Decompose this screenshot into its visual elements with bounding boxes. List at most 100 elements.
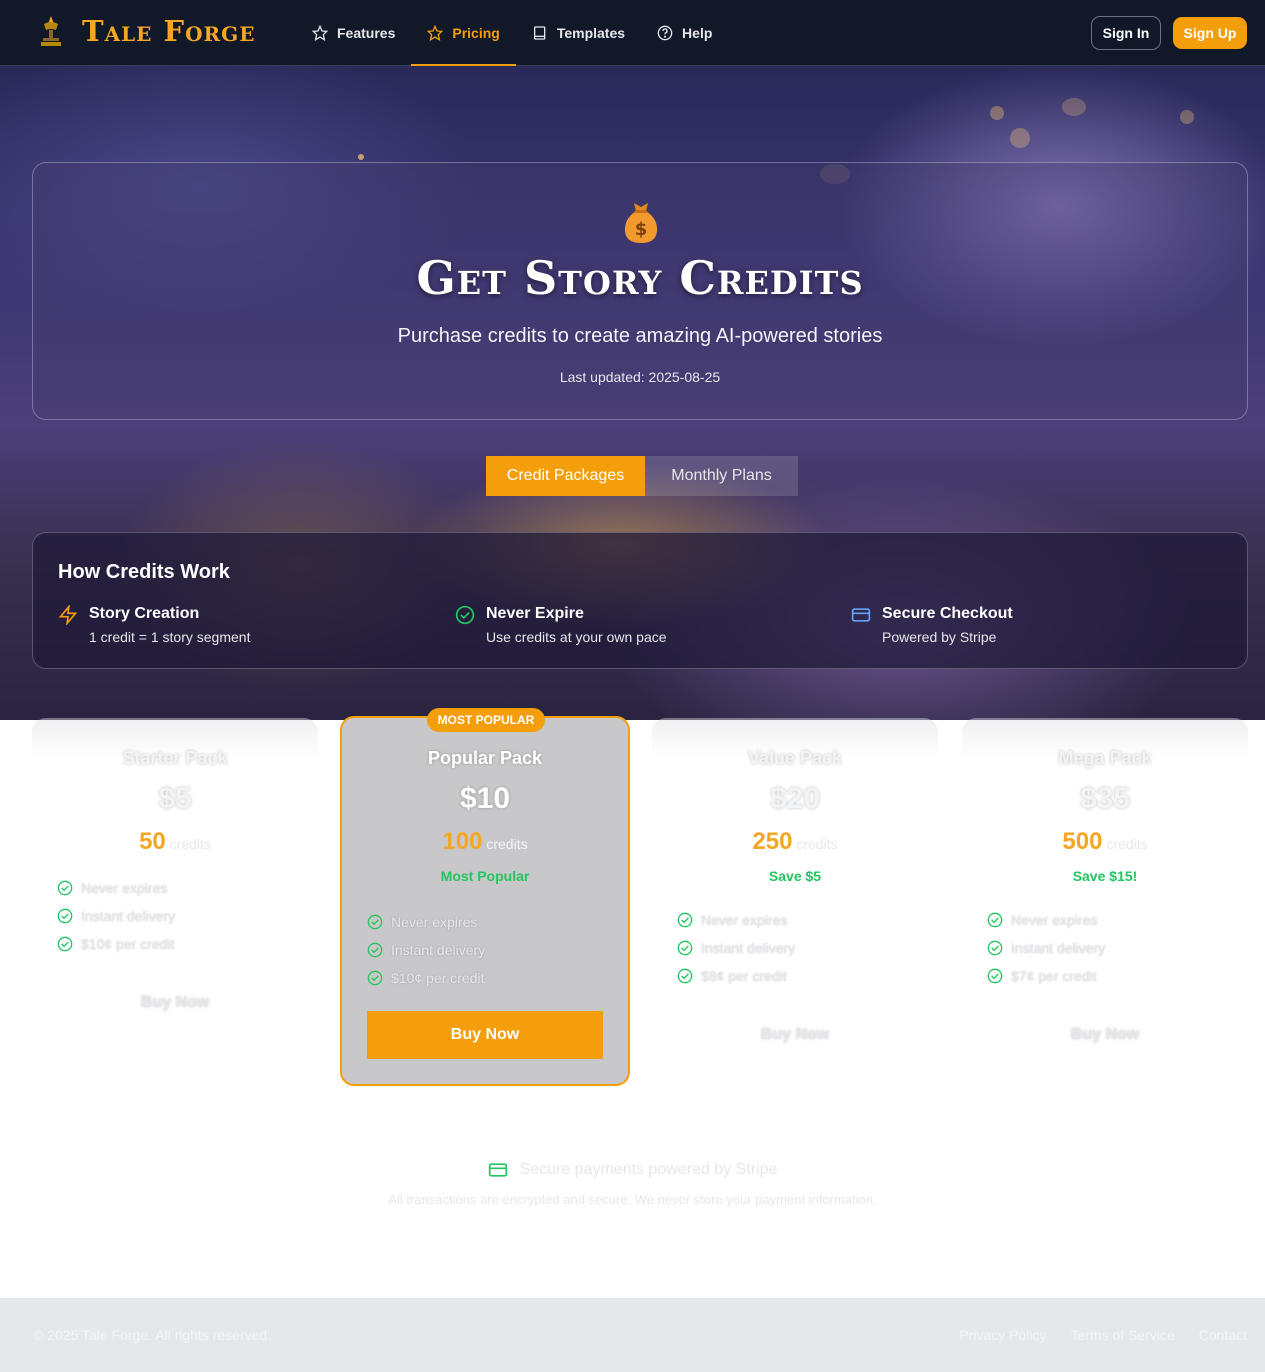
credits-amount: 50 <box>139 828 166 855</box>
check-circle-icon <box>987 940 1003 956</box>
feature-item: Instant delivery <box>677 940 795 956</box>
package-card-mega: Mega Pack $35 500 credits Save $15! Neve… <box>962 718 1248 1048</box>
tab-credit-packages[interactable]: Credit Packages <box>486 456 645 496</box>
package-credits: 100 credits <box>342 828 628 856</box>
credits-amount: 500 <box>1062 828 1103 855</box>
help-circle-icon <box>657 25 673 41</box>
check-circle-icon <box>367 970 383 986</box>
package-card-starter: Starter Pack $5 50 credits Never expires… <box>32 718 318 1048</box>
feature-label: $10¢ per credit <box>391 970 485 986</box>
package-save-label: Save $5 <box>768 868 822 884</box>
star-icon <box>427 25 444 41</box>
feature-label: $10¢ per credit <box>81 936 175 952</box>
secure-title: Secure payments powered by Stripe <box>519 1161 778 1178</box>
buy-now-button[interactable]: Buy Now <box>367 1011 603 1059</box>
check-circle-icon <box>57 908 73 924</box>
top-navbar: Tale Forge Features Pricing Templates He… <box>0 0 1265 66</box>
package-name: Mega Pack <box>1058 748 1152 768</box>
nav-features[interactable]: Features <box>296 0 411 66</box>
last-updated: Last updated: 2025-08-25 <box>559 369 721 385</box>
check-circle-icon <box>57 936 73 952</box>
feature-label: Never expires <box>701 912 788 928</box>
check-circle-icon <box>677 940 693 956</box>
how-item-desc: Use credits at your own pace <box>486 629 667 645</box>
background-glow <box>1062 98 1086 116</box>
tab-monthly-plans[interactable]: Monthly Plans <box>645 456 798 496</box>
zap-icon <box>58 605 78 625</box>
package-credits: 250 credits <box>652 828 938 856</box>
credit-card-icon <box>488 1163 507 1177</box>
nav-templates[interactable]: Templates <box>516 0 641 66</box>
nav-templates-label: Templates <box>556 25 626 41</box>
package-name: Popular Pack <box>427 748 543 768</box>
svg-text:$: $ <box>635 219 648 240</box>
nav-help[interactable]: Help <box>641 0 728 66</box>
buy-now-button[interactable]: Buy Now <box>32 994 318 1012</box>
how-item-title: Never Expire <box>486 605 584 622</box>
page-title: Get Story Credits <box>416 251 864 305</box>
feature-item: Never expires <box>677 912 787 928</box>
star-icon <box>312 25 328 41</box>
background-glow <box>1010 128 1030 148</box>
how-item-desc: Powered by Stripe <box>882 629 997 645</box>
feature-label: Never expires <box>1011 912 1098 928</box>
feature-item: Never expires <box>987 912 1097 928</box>
feature-item: $10¢ per credit <box>367 970 484 986</box>
package-credits: 500 credits <box>962 828 1248 856</box>
nav-features-label: Features <box>337 25 396 41</box>
package-save-label: Save $15! <box>1072 868 1138 884</box>
package-save-label: Most Popular <box>440 868 530 884</box>
credits-amount: 100 <box>442 828 483 855</box>
hero-section: $ Get Story Credits Purchase credits to … <box>0 66 1265 720</box>
feature-item: Instant delivery <box>987 940 1105 956</box>
feature-label: $7¢ per credit <box>1011 968 1097 984</box>
check-circle-icon <box>367 942 383 958</box>
feature-item: Instant delivery <box>57 908 175 924</box>
how-credits-work: How Credits Work Story Creation 1 credit… <box>32 532 1248 669</box>
check-circle-icon <box>987 968 1003 984</box>
nav-help-label: Help <box>682 25 713 41</box>
feature-label: Instant delivery <box>701 940 796 956</box>
feature-item: Never expires <box>57 880 167 896</box>
feature-item: Instant delivery <box>367 942 485 958</box>
feature-label: Instant delivery <box>391 942 486 958</box>
feature-item: $7¢ per credit <box>987 968 1097 984</box>
nav-pricing-label: Pricing <box>452 25 500 41</box>
package-credits: 50 credits <box>32 828 318 856</box>
credits-unit: credits <box>1106 836 1148 852</box>
buy-now-button[interactable]: Buy Now <box>962 1026 1248 1044</box>
brand-name: Tale Forge <box>82 14 256 48</box>
credits-unit: credits <box>169 836 211 852</box>
package-price: $35 <box>1079 782 1131 815</box>
buy-now-button[interactable]: Buy Now <box>652 1026 938 1044</box>
how-item-title: Secure Checkout <box>882 605 1013 622</box>
feature-label: Instant delivery <box>81 908 176 924</box>
check-circle-icon <box>677 968 693 984</box>
hero-card: $ Get Story Credits Purchase credits to … <box>32 162 1248 420</box>
nav-pricing[interactable]: Pricing <box>411 0 517 66</box>
feature-item: $8¢ per credit <box>677 968 787 984</box>
check-circle-icon <box>57 880 73 896</box>
footer-link-privacy[interactable]: Privacy Policy <box>959 1327 1046 1343</box>
secure-note: All transactions are encrypted and secur… <box>388 1192 877 1207</box>
footer-link-terms[interactable]: Terms of Service <box>1071 1327 1175 1343</box>
brand-logo[interactable]: Tale Forge <box>36 14 255 48</box>
package-name: Starter Pack <box>122 748 228 768</box>
sign-up-button[interactable]: Sign Up <box>1173 17 1247 49</box>
feature-item: Never expires <box>367 914 477 930</box>
feature-label: Never expires <box>81 880 168 896</box>
credits-unit: credits <box>486 836 528 852</box>
sign-in-button[interactable]: Sign In <box>1091 16 1161 50</box>
feature-label: $8¢ per credit <box>701 968 787 984</box>
footer-link-contact[interactable]: Contact <box>1199 1327 1247 1343</box>
package-card-popular: MOST POPULAR Popular Pack $10 100 credit… <box>340 708 630 1086</box>
credits-amount: 250 <box>752 828 793 855</box>
check-circle-icon <box>367 914 383 930</box>
check-circle-icon <box>455 605 475 625</box>
feature-item: $10¢ per credit <box>57 936 174 952</box>
package-price: $5 <box>158 782 192 815</box>
pricing-tabs: Credit Packages Monthly Plans <box>486 456 798 496</box>
how-item-title: Story Creation <box>89 605 200 622</box>
package-card-value: Value Pack $20 250 credits Save $5 Never… <box>652 718 938 1048</box>
credits-unit: credits <box>796 836 838 852</box>
